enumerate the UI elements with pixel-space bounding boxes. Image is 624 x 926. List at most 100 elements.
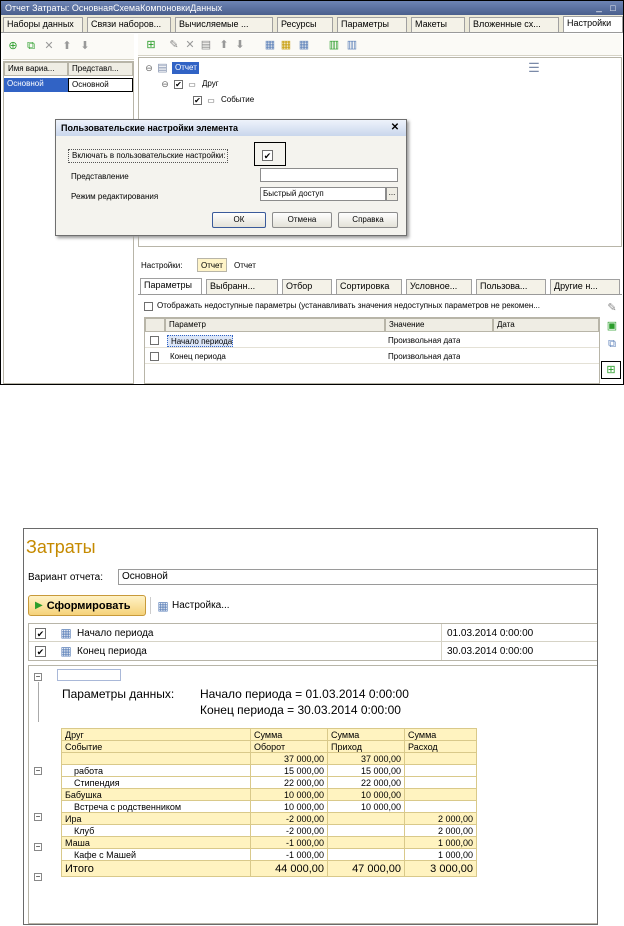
settings-report-link[interactable]: Отчет: [231, 260, 256, 272]
columns-icon[interactable]: ▥: [328, 39, 340, 51]
row-name: Бабушка: [61, 788, 251, 801]
row-checkbox[interactable]: ✔: [35, 628, 46, 639]
row-checkbox[interactable]: [150, 336, 159, 345]
presentation-input[interactable]: [260, 168, 398, 182]
variant-presentation-cell[interactable]: Основной: [68, 78, 133, 92]
ellipsis-button[interactable]: ...: [386, 187, 398, 201]
node-checkbox[interactable]: ✔: [174, 80, 183, 89]
edit-mode-input[interactable]: Быстрый доступ: [260, 187, 386, 201]
tab-filter[interactable]: Отбор: [282, 279, 332, 294]
dialog-title: Пользовательские настройки элемента: [56, 120, 406, 136]
column-parameter[interactable]: Параметр: [165, 318, 385, 332]
collapse-icon[interactable]: −: [34, 873, 42, 881]
parameter-name[interactable]: Начало периода: [167, 335, 234, 347]
move-up-icon[interactable]: ⬆: [61, 40, 73, 52]
show-unavailable-checkbox[interactable]: [144, 302, 153, 311]
maximize-icon[interactable]: □: [607, 2, 619, 14]
row-expense: 1 000,00: [404, 848, 477, 861]
tab-layouts[interactable]: Макеты: [411, 17, 465, 32]
settings-icon[interactable]: ▦: [280, 39, 292, 51]
column-date[interactable]: Дата: [493, 318, 599, 332]
table-row[interactable]: ✔ ▦ Начало периода 01.03.2014 0:00:00: [29, 624, 597, 642]
row-turnover: 37 000,00: [250, 752, 328, 765]
edit-icon[interactable]: ✎: [605, 301, 619, 315]
report-icon[interactable]: ▤: [200, 39, 212, 51]
tab-parameters[interactable]: Параметры: [337, 17, 407, 32]
row-name: работа: [61, 764, 251, 777]
tab-settings[interactable]: Настройки: [563, 16, 623, 32]
param-name: Конец периода: [77, 646, 147, 657]
play-icon: ▶: [35, 600, 43, 611]
copy-icon[interactable]: ⧉: [605, 337, 619, 351]
tab-nested-schemas[interactable]: Вложенные сх...: [469, 17, 559, 32]
param-value[interactable]: 01.03.2014 0:00:00: [447, 628, 533, 639]
collapse-icon[interactable]: −: [34, 673, 42, 681]
tab-calculated-fields[interactable]: Вычисляемые ...: [175, 17, 273, 32]
row-checkbox[interactable]: ✔: [35, 646, 46, 657]
parameter-value[interactable]: Произвольная дата: [385, 335, 460, 347]
move-down-icon[interactable]: ⬇: [79, 40, 91, 52]
collapse-icon[interactable]: −: [34, 813, 42, 821]
tree-node-event[interactable]: Событие: [218, 94, 254, 106]
move-down-icon[interactable]: ⬇: [234, 39, 246, 51]
tab-selected-fields[interactable]: Выбранн...: [206, 279, 278, 294]
parameter-name[interactable]: Конец периода: [167, 351, 226, 363]
tab-other-settings[interactable]: Другие н...: [550, 279, 620, 294]
settings-report-chip[interactable]: Отчет: [197, 258, 227, 272]
copy-icon[interactable]: ⧉: [25, 40, 37, 52]
ok-button[interactable]: ОК: [212, 212, 266, 228]
row-checkbox[interactable]: [150, 352, 159, 361]
param-value[interactable]: 30.03.2014 0:00:00: [447, 646, 533, 657]
table-row[interactable]: Начало периода Произвольная дата: [145, 334, 599, 348]
help-button[interactable]: Справка: [338, 212, 398, 228]
edit-icon[interactable]: ✎: [168, 39, 180, 51]
row-turnover: 22 000,00: [250, 776, 328, 789]
include-checkbox[interactable]: ✔: [262, 150, 273, 161]
collapse-icon[interactable]: −: [34, 767, 42, 775]
collapse-icon[interactable]: ⊖: [145, 63, 153, 72]
tab-sorting[interactable]: Сортировка: [336, 279, 402, 294]
add-grouping-icon[interactable]: ⊞: [144, 39, 158, 51]
add-icon[interactable]: ⊕: [7, 40, 19, 52]
move-up-icon[interactable]: ⬆: [218, 39, 230, 51]
cancel-button[interactable]: Отмена: [272, 212, 332, 228]
tree-node-report[interactable]: Отчет: [172, 62, 199, 74]
settings-button[interactable]: Настройка...: [172, 600, 230, 611]
delete-icon[interactable]: ✕: [43, 40, 55, 52]
table-row[interactable]: Конец периода Произвольная дата: [145, 350, 599, 364]
user-settings-icon[interactable]: ⊞: [601, 361, 621, 379]
tab-user-fields[interactable]: Пользова...: [476, 279, 546, 294]
tab-parameters[interactable]: Параметры: [140, 278, 202, 294]
group-icon[interactable]: ▦: [264, 39, 276, 51]
row-expense: [404, 752, 477, 765]
table-row[interactable]: ✔ ▦ Конец периода 30.03.2014 0:00:00: [29, 642, 597, 660]
structure-icon[interactable]: ☰: [527, 60, 541, 74]
row-income: 15 000,00: [327, 764, 405, 777]
close-icon[interactable]: ✕: [390, 123, 400, 133]
tab-dataset-links[interactable]: Связи наборов...: [87, 17, 171, 32]
tab-datasets[interactable]: Наборы данных: [3, 17, 83, 32]
collapse-icon[interactable]: −: [34, 843, 42, 851]
check-icon[interactable]: ▣: [605, 319, 619, 333]
rows-icon[interactable]: ▥: [346, 39, 358, 51]
delete-icon[interactable]: ✕: [184, 39, 196, 51]
minimize-icon[interactable]: _: [593, 2, 605, 14]
selected-cell[interactable]: [57, 669, 121, 681]
row-expense: 2 000,00: [404, 812, 477, 825]
column-value[interactable]: Значение: [385, 318, 493, 332]
tree-node-friend[interactable]: Друг: [199, 78, 219, 90]
variant-name-cell[interactable]: Основной: [4, 78, 68, 92]
generate-button[interactable]: ▶ Сформировать: [28, 595, 146, 616]
report-title: Затраты: [26, 537, 96, 557]
column-variant-name[interactable]: Имя вариа...: [4, 62, 68, 76]
variant-input[interactable]: Основной: [118, 569, 597, 585]
node-checkbox[interactable]: ✔: [193, 96, 202, 105]
parameter-value[interactable]: Произвольная дата: [385, 351, 460, 363]
variant-label: Вариант отчета:: [28, 572, 103, 583]
row-income: 10 000,00: [327, 800, 405, 813]
tab-resources[interactable]: Ресурсы: [277, 17, 333, 32]
tab-conditional[interactable]: Условное...: [406, 279, 472, 294]
table-icon[interactable]: ▦: [298, 39, 310, 51]
collapse-icon[interactable]: ⊖: [161, 79, 169, 88]
column-presentation[interactable]: Представл...: [68, 62, 133, 76]
